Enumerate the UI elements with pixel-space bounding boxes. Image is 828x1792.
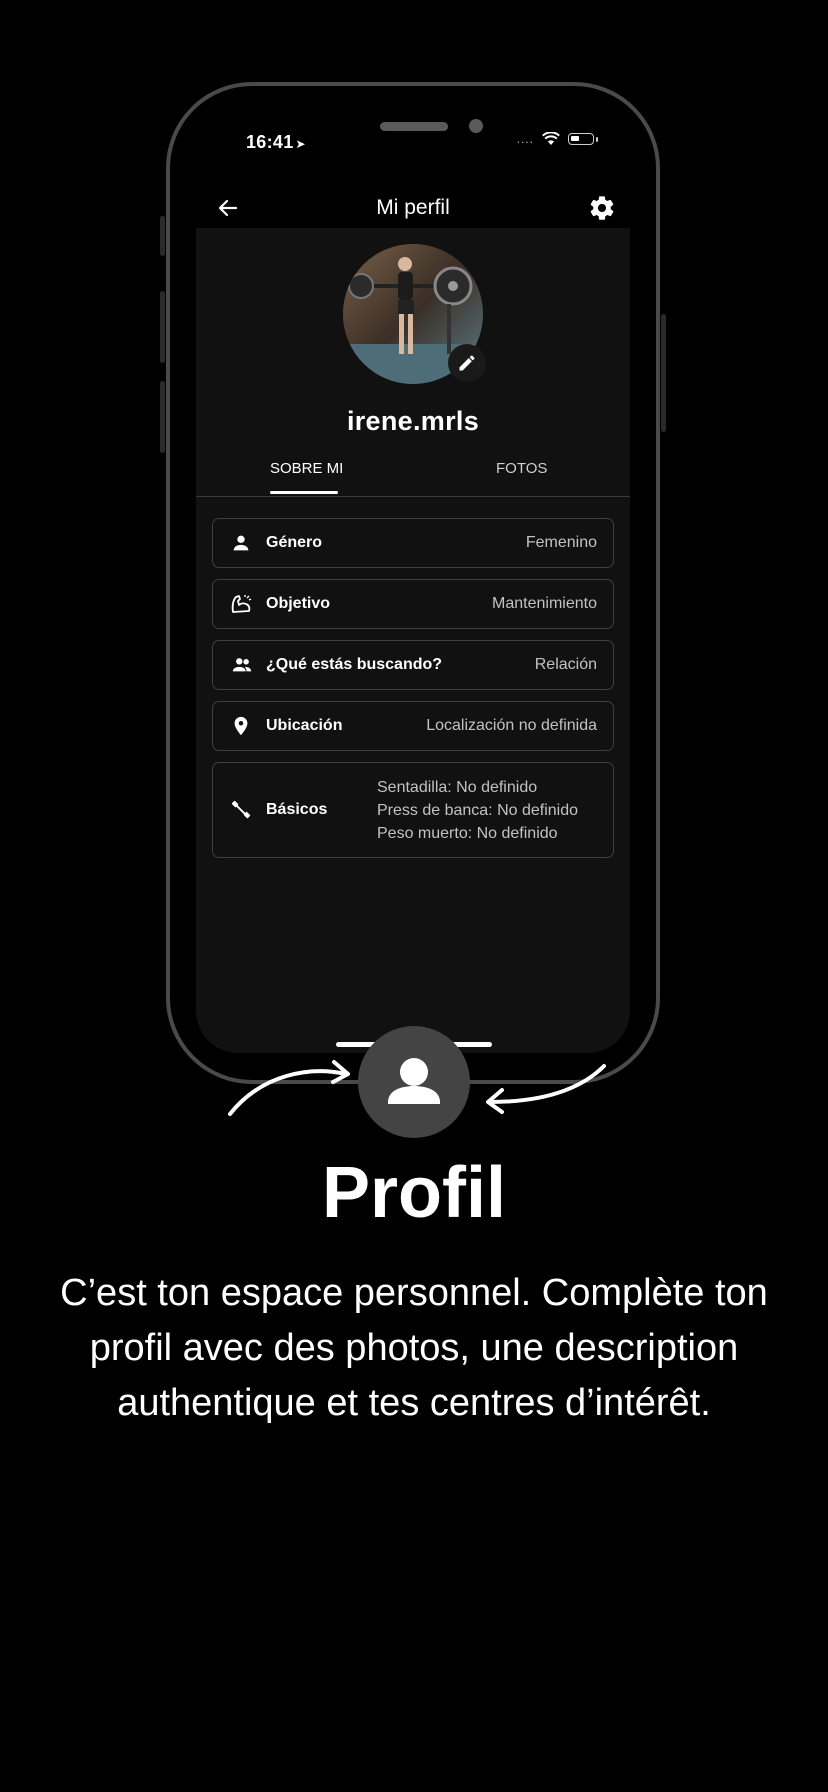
- phone-frame: 16:41 ➤ .... Mi perfil irene.mrls SOBRE …: [160, 82, 666, 1084]
- profile-screen: irene.mrls SOBRE MI FOTOS Género Femenin…: [196, 228, 630, 1053]
- battery-tip: [596, 136, 598, 142]
- row-label: Género: [266, 534, 323, 551]
- status-icons: ....: [517, 132, 598, 146]
- settings-gear-icon[interactable]: [588, 194, 616, 222]
- info-row-genero[interactable]: Género Femenino: [212, 518, 614, 568]
- edit-photo-button[interactable]: [448, 344, 486, 382]
- info-row-basicos[interactable]: Básicos Sentadilla: No definido Press de…: [212, 762, 614, 858]
- tab-fotos[interactable]: FOTOS: [496, 460, 547, 477]
- profile-username: irene.mrls: [346, 406, 480, 436]
- status-time: 16:41 ➤: [246, 132, 306, 152]
- row-value-peso-muerto: Peso muerto: No definido: [377, 824, 558, 842]
- active-tab-indicator: [270, 491, 338, 494]
- top-app-bar: Mi perfil: [198, 186, 628, 230]
- row-label: Ubicación: [266, 717, 343, 734]
- battery-icon: [568, 133, 594, 145]
- promo-heading: Profil: [321, 1153, 506, 1233]
- silent-switch: [160, 216, 165, 256]
- people-icon: [232, 658, 252, 672]
- row-value: Femenino: [525, 534, 597, 551]
- row-value: Relación: [534, 656, 597, 673]
- location-arrow-icon: ➤: [295, 137, 306, 151]
- row-value-sentadilla: Sentadilla: No definido: [377, 778, 538, 796]
- volume-down-button: [160, 381, 165, 453]
- signal-icon: ....: [516, 132, 534, 146]
- tab-sobre-mi[interactable]: SOBRE MI: [270, 460, 343, 477]
- row-values-list: Sentadilla: No definido Press de banca: …: [377, 776, 578, 845]
- volume-up-button: [160, 291, 165, 363]
- front-camera: [469, 119, 483, 133]
- row-value-press-banca: Press de banca: No definido: [377, 801, 579, 819]
- info-row-objetivo[interactable]: Objetivo Mantenimiento: [212, 579, 614, 629]
- person-icon: [233, 535, 249, 551]
- person-icon: [388, 1058, 440, 1104]
- info-row-ubicacion[interactable]: Ubicación Localización no definida: [212, 701, 614, 751]
- row-value: Mantenimiento: [492, 595, 597, 612]
- speaker-grille: [380, 122, 448, 131]
- profile-tab-button[interactable]: [358, 1026, 470, 1138]
- info-row-buscando[interactable]: ¿Qué estás buscando? Relación: [212, 640, 614, 690]
- pencil-icon: [459, 355, 475, 371]
- dumbbell-icon: [231, 800, 251, 819]
- row-label: ¿Qué estás buscando?: [266, 656, 443, 673]
- location-pin-icon: [234, 716, 248, 736]
- row-label: Objetivo: [266, 595, 331, 612]
- promo-description: C’est ton espace personnel. Complète ton…: [60, 1272, 768, 1424]
- back-arrow-icon[interactable]: [216, 196, 240, 220]
- profile-tabs: SOBRE MI FOTOS: [196, 448, 630, 497]
- page-title: Mi perfil: [376, 196, 450, 219]
- flexed-arm-icon: [231, 595, 252, 613]
- row-label: Básicos: [266, 801, 328, 818]
- wifi-icon: [542, 132, 560, 145]
- row-value: Localización no definida: [426, 717, 597, 734]
- power-button: [661, 314, 666, 432]
